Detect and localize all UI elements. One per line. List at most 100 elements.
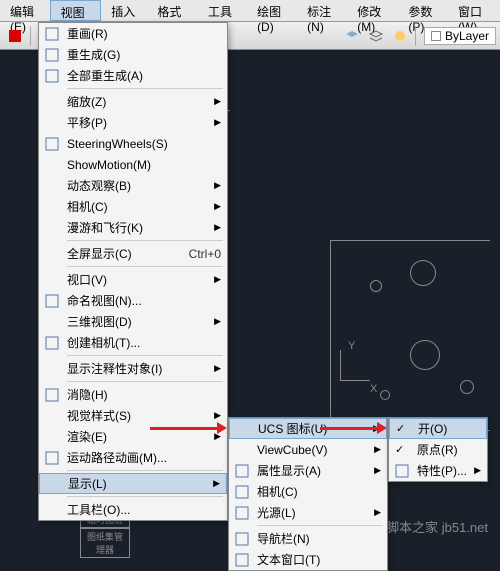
menu-param[interactable]: 参数(P) (398, 0, 448, 21)
ucs-item-1[interactable]: ✓ 原点(R) (389, 439, 487, 460)
menu-label: 消隐(H) (67, 386, 108, 403)
ucs-item-0[interactable]: ✓ 开(O) (389, 418, 487, 439)
menubar: 编辑(E) 视图(V) 插入(I) 格式(O) 工具(T) 绘图(D) 标注(N… (0, 0, 500, 22)
layer-icon[interactable] (341, 25, 363, 47)
submenu-arrow-icon: ▶ (474, 465, 481, 476)
view-item-28[interactable]: 工具栏(O)... (39, 499, 227, 520)
menu-label: UCS 图标(U) (258, 420, 327, 437)
submenu-arrow-icon: ▶ (374, 444, 381, 455)
display-item-7[interactable]: 文本窗口(T) (229, 549, 387, 570)
axis-y: Y (348, 340, 355, 352)
view-item-8[interactable]: 动态观察(B) ▶ (39, 175, 227, 196)
submenu-arrow-icon: ▶ (214, 180, 221, 191)
display-item-2[interactable]: 属性显示(A) ▶ (229, 460, 387, 481)
menu-label: 全部重生成(A) (67, 67, 143, 84)
menu-label: 动态观察(B) (67, 177, 131, 194)
menu-label: 视口(V) (67, 271, 107, 288)
submenu-arrow-icon: ▶ (374, 465, 381, 476)
submenu-arrow-icon: ▶ (214, 96, 221, 107)
submenu-arrow-icon: ▶ (214, 316, 221, 327)
menu-label: 命名视图(N)... (67, 292, 142, 309)
menu-label: 重画(R) (67, 25, 108, 42)
tab-sheetset[interactable]: 图纸集管理器 (80, 528, 130, 558)
menu-label: 漫游和飞行(K) (67, 219, 143, 236)
menu-label: 导航栏(N) (257, 530, 310, 547)
view-item-24[interactable]: 运动路径动画(M)... (39, 447, 227, 468)
menu-label: 渲染(E) (67, 428, 107, 445)
hide-icon (43, 386, 61, 404)
menu-label: 显示注释性对象(I) (67, 360, 162, 377)
annotation-arrow (320, 427, 378, 430)
attr-icon (233, 462, 251, 480)
menu-label: ShowMotion(M) (67, 158, 151, 172)
menu-window[interactable]: 窗口(W) (448, 0, 500, 21)
display-item-6[interactable]: 导航栏(N) (229, 528, 387, 549)
menu-label: 缩放(Z) (67, 93, 106, 110)
menu-draw[interactable]: 绘图(D) (247, 0, 297, 21)
view-item-19[interactable]: 显示注释性对象(I)▶ (39, 358, 227, 379)
submenu-arrow-icon: ▶ (214, 274, 221, 285)
menu-label: 属性显示(A) (257, 462, 321, 479)
view-item-10[interactable]: 漫游和飞行(K) ▶ (39, 217, 227, 238)
submenu-arrow-icon: ▶ (214, 222, 221, 233)
menu-label: 原点(R) (417, 441, 458, 458)
menu-edit[interactable]: 编辑(E) (0, 0, 50, 21)
menu-dim[interactable]: 标注(N) (297, 0, 347, 21)
nav-icon (233, 530, 251, 548)
view-item-21[interactable]: 消隐(H) (39, 384, 227, 405)
menu-insert[interactable]: 插入(I) (101, 0, 147, 21)
menu-label: ViewCube(V) (257, 443, 327, 457)
menu-label: 平移(P) (67, 114, 107, 131)
menu-label: 相机(C) (67, 198, 108, 215)
annotation-arrow (150, 427, 218, 430)
menu-tools[interactable]: 工具(T) (198, 0, 247, 21)
view-item-1[interactable]: 重生成(G) (39, 44, 227, 65)
motion-icon (43, 449, 61, 467)
bylayer-dropdown[interactable]: ByLayer (424, 27, 496, 45)
view-item-15[interactable]: 命名视图(N)... (39, 290, 227, 311)
view-item-17[interactable]: 创建相机(T)... (39, 332, 227, 353)
menu-label: 重生成(G) (67, 46, 120, 63)
layer-state-icon[interactable] (365, 25, 387, 47)
prop-icon (393, 462, 411, 480)
menu-label: 三维视图(D) (67, 313, 132, 330)
view-item-16[interactable]: 三维视图(D) ▶ (39, 311, 227, 332)
menu-label: 开(O) (418, 420, 447, 437)
check-icon: ✓ (395, 443, 404, 456)
layer-prev-icon[interactable] (389, 25, 411, 47)
textwin-icon (233, 551, 251, 569)
menu-label: 文本窗口(T) (257, 551, 320, 568)
menu-label: 全屏显示(C) (67, 245, 132, 262)
submenu-arrow-icon: ▶ (374, 507, 381, 518)
ucs-item-2[interactable]: 特性(P)...▶ (389, 460, 487, 481)
view-item-9[interactable]: 相机(C) ▶ (39, 196, 227, 217)
view-item-6[interactable]: SteeringWheels(S) (39, 133, 227, 154)
shortcut: Ctrl+0 (189, 247, 221, 261)
redraw-icon (43, 25, 61, 43)
namedview-icon (43, 292, 61, 310)
tool-icon[interactable] (4, 25, 26, 47)
menu-label: 运动路径动画(M)... (67, 449, 167, 466)
view-item-12[interactable]: 全屏显示(C) Ctrl+0 (39, 243, 227, 264)
view-item-26[interactable]: 显示(L)▶ (39, 473, 227, 494)
view-item-22[interactable]: 视觉样式(S)▶ (39, 405, 227, 426)
view-item-14[interactable]: 视口(V) ▶ (39, 269, 227, 290)
display-item-3[interactable]: 相机(C) (229, 481, 387, 502)
menu-format[interactable]: 格式(O) (147, 0, 198, 21)
menu-modify[interactable]: 修改(M) (347, 0, 398, 21)
view-item-2[interactable]: 全部重生成(A) (39, 65, 227, 86)
display-item-1[interactable]: ViewCube(V) ▶ (229, 439, 387, 460)
check-icon: ✓ (396, 422, 405, 435)
cam-icon (233, 483, 251, 501)
view-item-0[interactable]: 重画(R) (39, 23, 227, 44)
submenu-arrow-icon: ▶ (214, 410, 221, 421)
view-item-4[interactable]: 缩放(Z) ▶ (39, 91, 227, 112)
display-submenu: UCS 图标(U) ▶ ViewCube(V) ▶ 属性显示(A) ▶ 相机(C)光源(L)… (228, 417, 388, 571)
menu-view[interactable]: 视图(V) (50, 0, 102, 21)
submenu-arrow-icon: ▶ (214, 201, 221, 212)
view-item-5[interactable]: 平移(P)▶ (39, 112, 227, 133)
view-item-7[interactable]: ShowMotion(M) (39, 154, 227, 175)
display-item-4[interactable]: 光源(L)▶ (229, 502, 387, 523)
regen-icon (43, 46, 61, 64)
camera-icon (43, 334, 61, 352)
